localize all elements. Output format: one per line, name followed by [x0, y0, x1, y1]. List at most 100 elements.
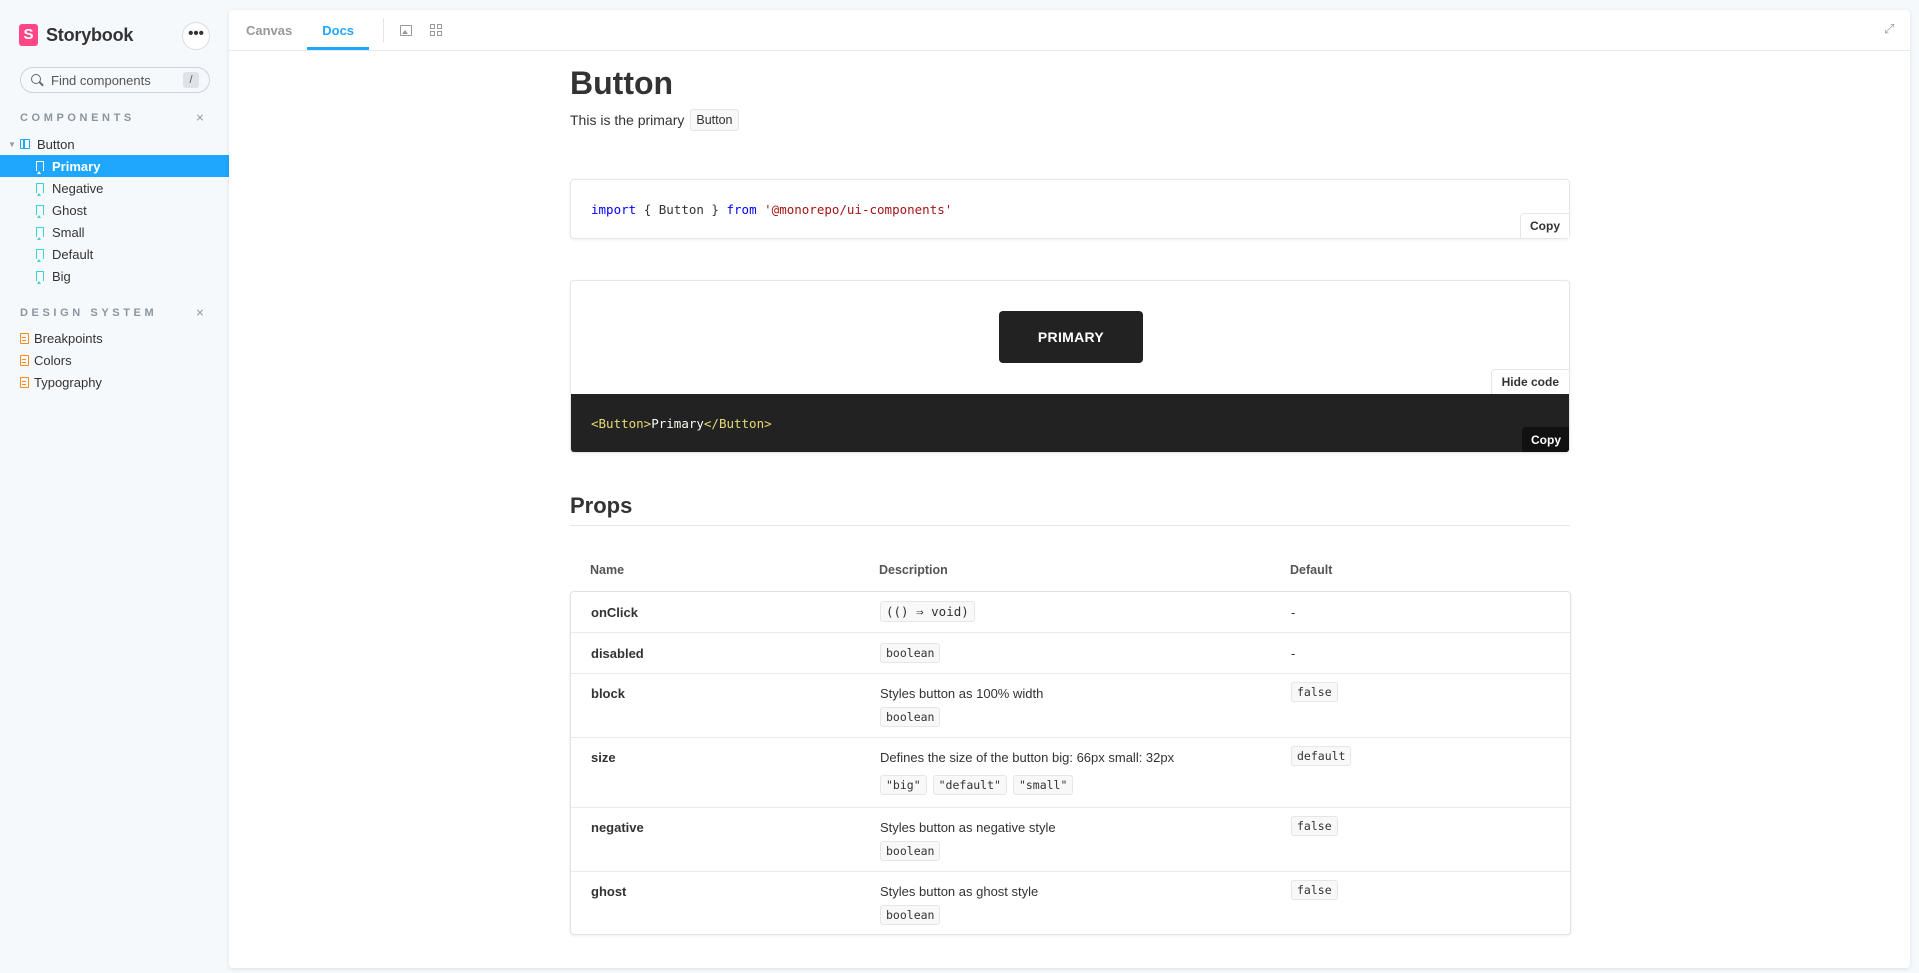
prop-name: onClick	[591, 605, 638, 620]
prop-name: negative	[591, 820, 644, 835]
prop-description: Defines the size of the button big: 66px…	[880, 750, 1174, 795]
bookmark-icon	[36, 249, 44, 262]
prop-description: boolean	[880, 643, 941, 663]
code-identifier: Button	[658, 202, 704, 217]
props-header-name: Name	[590, 563, 625, 577]
table-row: negative Styles button as negative style…	[571, 808, 1570, 872]
sidebar-item-label: Primary	[52, 158, 101, 174]
sidebar-item-default[interactable]: Default	[0, 243, 229, 265]
prop-default: false	[1291, 682, 1338, 702]
table-row: ghost Styles button as ghost style boole…	[571, 872, 1570, 934]
type-badge: "big"	[880, 775, 927, 795]
props-header-default: Default	[1290, 563, 1333, 577]
type-badge: boolean	[880, 841, 941, 861]
code-tag: </Button>	[703, 416, 772, 431]
code-string: '@monorepo/ui-components'	[764, 202, 953, 217]
sidebar-item-label: Typography	[34, 374, 102, 390]
code-brace: {	[643, 202, 659, 217]
caret-down-icon: ▼	[8, 139, 16, 149]
sidebar-item-button[interactable]: ▼ Button	[0, 133, 229, 155]
table-row: disabled boolean -	[571, 633, 1570, 674]
section-title-design-system: DESIGN SYSTEM	[20, 307, 158, 319]
default-badge: false	[1291, 880, 1338, 900]
sidebar-item-primary[interactable]: Primary	[0, 155, 229, 177]
default-badge: default	[1291, 746, 1352, 766]
image-icon	[400, 24, 413, 36]
subtitle-text: This is the primary	[570, 112, 685, 128]
type-badge: boolean	[880, 707, 941, 727]
prop-default: default	[1291, 746, 1352, 766]
hide-code-button[interactable]: Hide code	[1490, 369, 1569, 395]
brand[interactable]: S Storybook	[19, 24, 133, 46]
prop-default: -	[1291, 605, 1296, 620]
type-badge: "default"	[932, 775, 1007, 795]
section-title-components: COMPONENTS	[20, 112, 135, 124]
fullscreen-icon[interactable]: ⤢	[1884, 22, 1898, 36]
sidebar-item-big[interactable]: Big	[0, 265, 229, 287]
prop-default: -	[1291, 646, 1296, 661]
tab-docs[interactable]: Docs	[307, 10, 370, 50]
default-badge: false	[1291, 682, 1338, 702]
subtitle-code: Button	[690, 109, 739, 131]
type-badge: "small"	[1012, 775, 1074, 795]
prop-description: Styles button as 100% width boolean	[880, 686, 1043, 727]
prop-default: false	[1291, 880, 1338, 900]
sidebar-menu-button[interactable]: •••	[182, 22, 210, 50]
story-preview: PRIMARY Hide code <Button>Primary</Butto…	[570, 280, 1570, 453]
search-input[interactable]	[51, 72, 181, 88]
collapse-all-icon[interactable]: ⨯	[193, 111, 207, 125]
code-keyword: from	[726, 202, 757, 217]
bookmark-icon	[36, 205, 44, 218]
prop-description-text: Styles button as negative style	[880, 820, 1056, 835]
primary-button-preview[interactable]: PRIMARY	[999, 311, 1143, 363]
code-brace: }	[703, 202, 719, 217]
bookmark-icon	[36, 227, 44, 240]
table-row: onClick (() ⇒ void) -	[571, 592, 1570, 633]
page-subtitle: This is the primary Button	[570, 109, 739, 131]
copy-source-button[interactable]: Copy	[1522, 427, 1569, 452]
collapse-all-icon[interactable]: ⨯	[193, 306, 207, 320]
code-text: Primary	[651, 416, 704, 431]
sidebar-item-negative[interactable]: Negative	[0, 177, 229, 199]
copy-import-button[interactable]: Copy	[1520, 213, 1569, 238]
prop-description-text: Defines the size of the button big: 66px…	[880, 750, 1175, 765]
sidebar-item-small[interactable]: Small	[0, 221, 229, 243]
search-box[interactable]: /	[20, 67, 210, 93]
type-badge: boolean	[880, 905, 941, 925]
sidebar-item-ghost[interactable]: Ghost	[0, 199, 229, 221]
prop-description: Styles button as ghost style boolean	[880, 884, 1038, 925]
code-keyword: import	[591, 202, 637, 217]
sidebar-item-typography[interactable]: Typography	[0, 371, 229, 393]
type-badge: (() ⇒ void)	[880, 601, 975, 622]
prop-name: block	[591, 686, 625, 701]
toolbar-divider	[383, 18, 385, 42]
props-divider	[570, 525, 1570, 526]
prop-description-text: Styles button as ghost style	[880, 884, 1039, 899]
default-badge: false	[1291, 816, 1338, 836]
props-heading: Props	[570, 493, 633, 518]
background-toggle[interactable]	[398, 10, 414, 50]
sidebar-item-breakpoints[interactable]: Breakpoints	[0, 327, 229, 349]
grid-toggle[interactable]	[428, 10, 444, 50]
document-icon	[20, 332, 29, 344]
sidebar-item-label: Default	[52, 246, 94, 262]
prop-description-text: Styles button as 100% width	[880, 686, 1044, 701]
bookmark-icon	[36, 161, 44, 174]
prop-name: ghost	[591, 884, 627, 899]
sidebar: S Storybook ••• / COMPONENTS ⨯ ▼ Button …	[0, 0, 229, 973]
sidebar-item-label: Small	[52, 224, 85, 240]
main-panel: Canvas Docs ⤢ Button This is the primary…	[229, 10, 1910, 968]
document-icon	[20, 376, 29, 388]
tab-canvas[interactable]: Canvas	[231, 10, 307, 50]
sidebar-item-label: Breakpoints	[34, 330, 103, 346]
source-code-line: <Button>Primary</Button>	[591, 416, 772, 431]
sidebar-item-label: Big	[52, 268, 71, 284]
prop-description: Styles button as negative style boolean	[880, 820, 1056, 861]
page-title: Button	[570, 65, 674, 101]
code-tag: <Button>	[591, 416, 652, 431]
prop-description: (() ⇒ void)	[880, 601, 975, 622]
table-row: size Defines the size of the button big:…	[571, 738, 1570, 808]
sidebar-item-colors[interactable]: Colors	[0, 349, 229, 371]
bookmark-icon	[36, 271, 44, 284]
import-statement: import { Button } from '@monorepo/ui-com…	[591, 202, 952, 217]
